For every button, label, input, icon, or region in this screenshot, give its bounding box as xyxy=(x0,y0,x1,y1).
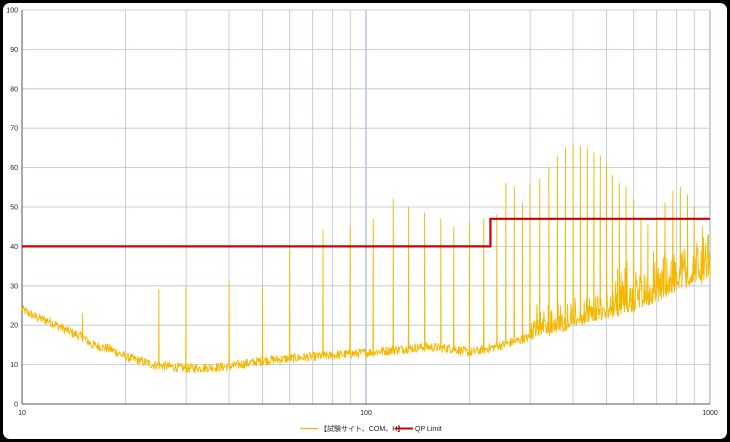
emission-chart: 010203040506070809010010 100 1000【試験サイト、CO… xyxy=(6,8,718,434)
y-tick-label: 80 xyxy=(10,86,18,93)
y-tick-label: 20 xyxy=(10,323,18,330)
x-tick-label: 10 xyxy=(18,410,26,417)
y-tick-label: 40 xyxy=(10,244,18,251)
x-tick-label: 1000 xyxy=(702,410,718,417)
y-tick-label: 90 xyxy=(10,47,18,54)
y-tick-label: 70 xyxy=(10,126,18,133)
chart-frame: 0 10 20 30 40 50 60 70 80 90 100 10 100 1000 【試験サイト、CO… xyxy=(3,3,727,439)
y-tick-label: 100 xyxy=(6,8,18,15)
legend-label-measurement: 【試験サイト、COM、H】 xyxy=(320,424,404,433)
legend-label-qp-limit: QP Limit xyxy=(415,426,442,433)
y-tick-label: 0 xyxy=(14,402,18,409)
y-tick-label: 30 xyxy=(10,283,18,290)
x-tick-label: 100 xyxy=(360,410,372,417)
y-tick-label: 60 xyxy=(10,165,18,172)
y-tick-label: 50 xyxy=(10,205,18,212)
y-tick-label: 10 xyxy=(10,362,18,369)
